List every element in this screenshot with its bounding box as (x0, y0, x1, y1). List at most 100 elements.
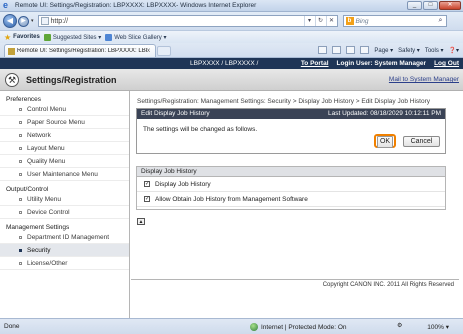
sidebar-item-user-maintenance-menu[interactable]: User Maintenance Menu (0, 168, 129, 181)
bullet-icon (19, 121, 22, 124)
log-out-link[interactable]: Log Out (434, 60, 459, 67)
history-dropdown-icon[interactable]: ▾ (31, 18, 34, 24)
minimize-button[interactable]: _ (407, 1, 422, 10)
sidebar-item-department-id-management[interactable]: Department ID Management (0, 231, 129, 244)
zoom-level[interactable]: 100% ▾ (427, 323, 449, 331)
sidebar-item-label: Quality Menu (27, 158, 66, 165)
settings-wrench-icon: ⚒ (5, 73, 19, 87)
favorites-star-icon[interactable]: ★ (4, 33, 11, 42)
edit-panel: Edit Display Job History Last Updated: 0… (136, 108, 446, 154)
bullet-icon (19, 249, 22, 252)
last-updated-text: Last Updated: 08/18/2029 10:12:11 PM (328, 110, 441, 117)
to-portal-link[interactable]: To Portal (301, 60, 329, 67)
device-name: LBPXXXX / LBPXXXX / (190, 60, 259, 67)
sidebar-item-label: Utility Menu (27, 196, 61, 203)
sidebar-item-label: User Maintenance Menu (27, 171, 98, 178)
tools-menu[interactable]: Tools ▾ (425, 47, 444, 54)
back-button[interactable]: ◀ (3, 14, 17, 28)
window-titlebar: e Remote UI: Settings/Registration: LBPX… (0, 0, 463, 12)
search-input[interactable]: Bing (356, 18, 436, 25)
sidebar-item-security[interactable]: Security (0, 244, 129, 257)
breadcrumb: Settings/Registration: Management Settin… (137, 98, 430, 105)
maximize-button[interactable]: □ (423, 1, 438, 10)
favorites-button[interactable]: Favorites (13, 34, 40, 40)
display-job-history-panel: Display Job History ✓ Display Job Histor… (136, 166, 446, 210)
web-slice-gallery-link[interactable]: Web Slice Gallery ▾ (105, 33, 167, 41)
suggested-sites-label: Suggested Sites ▾ (52, 34, 102, 41)
favorites-bar: ★ Favorites Suggested Sites ▾ Web Slice … (0, 30, 463, 43)
ie-logo-icon: e (3, 0, 9, 10)
compatibility-icon[interactable]: ▾ (303, 16, 315, 26)
sidebar-item-label: Network (27, 132, 51, 139)
window-controls: _ □ ✕ (407, 1, 461, 10)
sidebar-item-device-control[interactable]: Device Control (0, 206, 129, 219)
sidebar-item-utility-menu[interactable]: Utility Menu (0, 193, 129, 206)
bing-icon: b (345, 17, 354, 25)
back-to-top-icon[interactable]: ▲ (137, 218, 145, 225)
sidebar: Preferences Control Menu Paper Source Me… (0, 91, 130, 318)
close-window-button[interactable]: ✕ (439, 1, 461, 10)
refresh-icon[interactable]: ↻ (314, 16, 326, 26)
allow-obtain-job-history-checkbox[interactable]: ✓ (144, 196, 150, 202)
mail-icon[interactable] (346, 46, 356, 54)
web-slice-icon (105, 33, 113, 41)
sidebar-item-layout-menu[interactable]: Layout Menu (0, 142, 129, 155)
search-icon[interactable]: ⌕ (436, 17, 446, 25)
command-bar: Page ▾ Safety ▾ Tools ▾ ❓▾ (318, 46, 459, 54)
sidebar-item-quality-menu[interactable]: Quality Menu (0, 155, 129, 168)
home-icon[interactable] (318, 46, 328, 54)
sidebar-item-network[interactable]: Network (0, 129, 129, 142)
bullet-icon (19, 147, 22, 150)
page-header: ⚒ Settings/Registration Mail to System M… (0, 69, 463, 91)
new-tab-button[interactable] (157, 46, 171, 56)
suggested-sites-link[interactable]: Suggested Sites ▾ (43, 33, 102, 41)
address-field[interactable]: http:// ▾ ↻ ✕ (37, 15, 338, 27)
zone-text: Internet | Protected Mode: On (261, 323, 347, 331)
search-box[interactable]: b Bing ⌕ (342, 15, 447, 27)
url-text[interactable]: http:// (51, 18, 304, 25)
sidebar-item-paper-source-menu[interactable]: Paper Source Menu (0, 116, 129, 129)
bullet-icon (19, 198, 22, 201)
protected-mode-icon[interactable]: ⚙ (397, 322, 407, 330)
sidebar-item-label: License/Other (27, 260, 68, 267)
print-icon[interactable] (360, 46, 370, 54)
ok-button[interactable]: OK (374, 134, 396, 148)
device-bar: LBPXXXX / LBPXXXX / To Portal Login User… (0, 58, 463, 69)
address-toolbar: ◀ ▶ ▾ http:// ▾ ↻ ✕ b Bing ⌕ (0, 12, 463, 30)
option-label: Allow Obtain Job History from Management… (155, 196, 308, 203)
help-menu[interactable]: ❓▾ (449, 47, 459, 54)
option-label: Display Job History (155, 181, 211, 188)
sidebar-item-control-menu[interactable]: Control Menu (0, 103, 129, 116)
page-title: Settings/Registration (26, 75, 117, 85)
edit-panel-header: Edit Display Job History Last Updated: 0… (137, 109, 445, 119)
tab-close-icon[interactable]: x (147, 48, 155, 54)
tab-label: Remote UI: Settings/Registration: LBPXXX… (17, 48, 147, 54)
display-job-history-checkbox[interactable]: ✓ (144, 181, 150, 187)
forward-button[interactable]: ▶ (18, 15, 29, 27)
globe-icon (250, 323, 258, 331)
feeds-icon[interactable] (332, 46, 342, 54)
suggested-sites-icon (43, 33, 51, 41)
page-icon (40, 17, 49, 25)
mail-to-system-manager-link[interactable]: Mail to System Manager (389, 76, 459, 83)
stop-icon[interactable]: ✕ (325, 16, 337, 26)
option-row: ✓ Display Job History (137, 177, 445, 192)
edit-panel-title: Edit Display Job History (141, 110, 210, 117)
status-text: Done (4, 323, 20, 330)
page-menu[interactable]: Page ▾ (374, 47, 393, 54)
confirmation-message: The settings will be changed as follows. (143, 126, 258, 133)
sidebar-item-label: Layout Menu (27, 145, 65, 152)
window-title: Remote UI: Settings/Registration: LBPXXX… (15, 2, 257, 9)
sidebar-item-label: Security (27, 247, 51, 254)
sidebar-item-label: Department ID Management (27, 234, 110, 241)
bullet-icon (19, 108, 22, 111)
web-slice-gallery-label: Web Slice Gallery ▾ (114, 34, 167, 41)
copyright-footer: Copyright CANON INC. 2011 All Rights Res… (131, 279, 459, 289)
sidebar-group-output-control: Output/Control (6, 186, 49, 193)
sidebar-item-license-other[interactable]: License/Other (0, 257, 129, 270)
cancel-button[interactable]: Cancel (403, 136, 440, 147)
safety-menu[interactable]: Safety ▾ (398, 47, 420, 54)
tab-remote-ui[interactable]: Remote UI: Settings/Registration: LBPXXX… (4, 44, 156, 57)
security-zone[interactable]: Internet | Protected Mode: On (250, 323, 347, 331)
login-user-text: Login User: System Manager (336, 60, 427, 67)
